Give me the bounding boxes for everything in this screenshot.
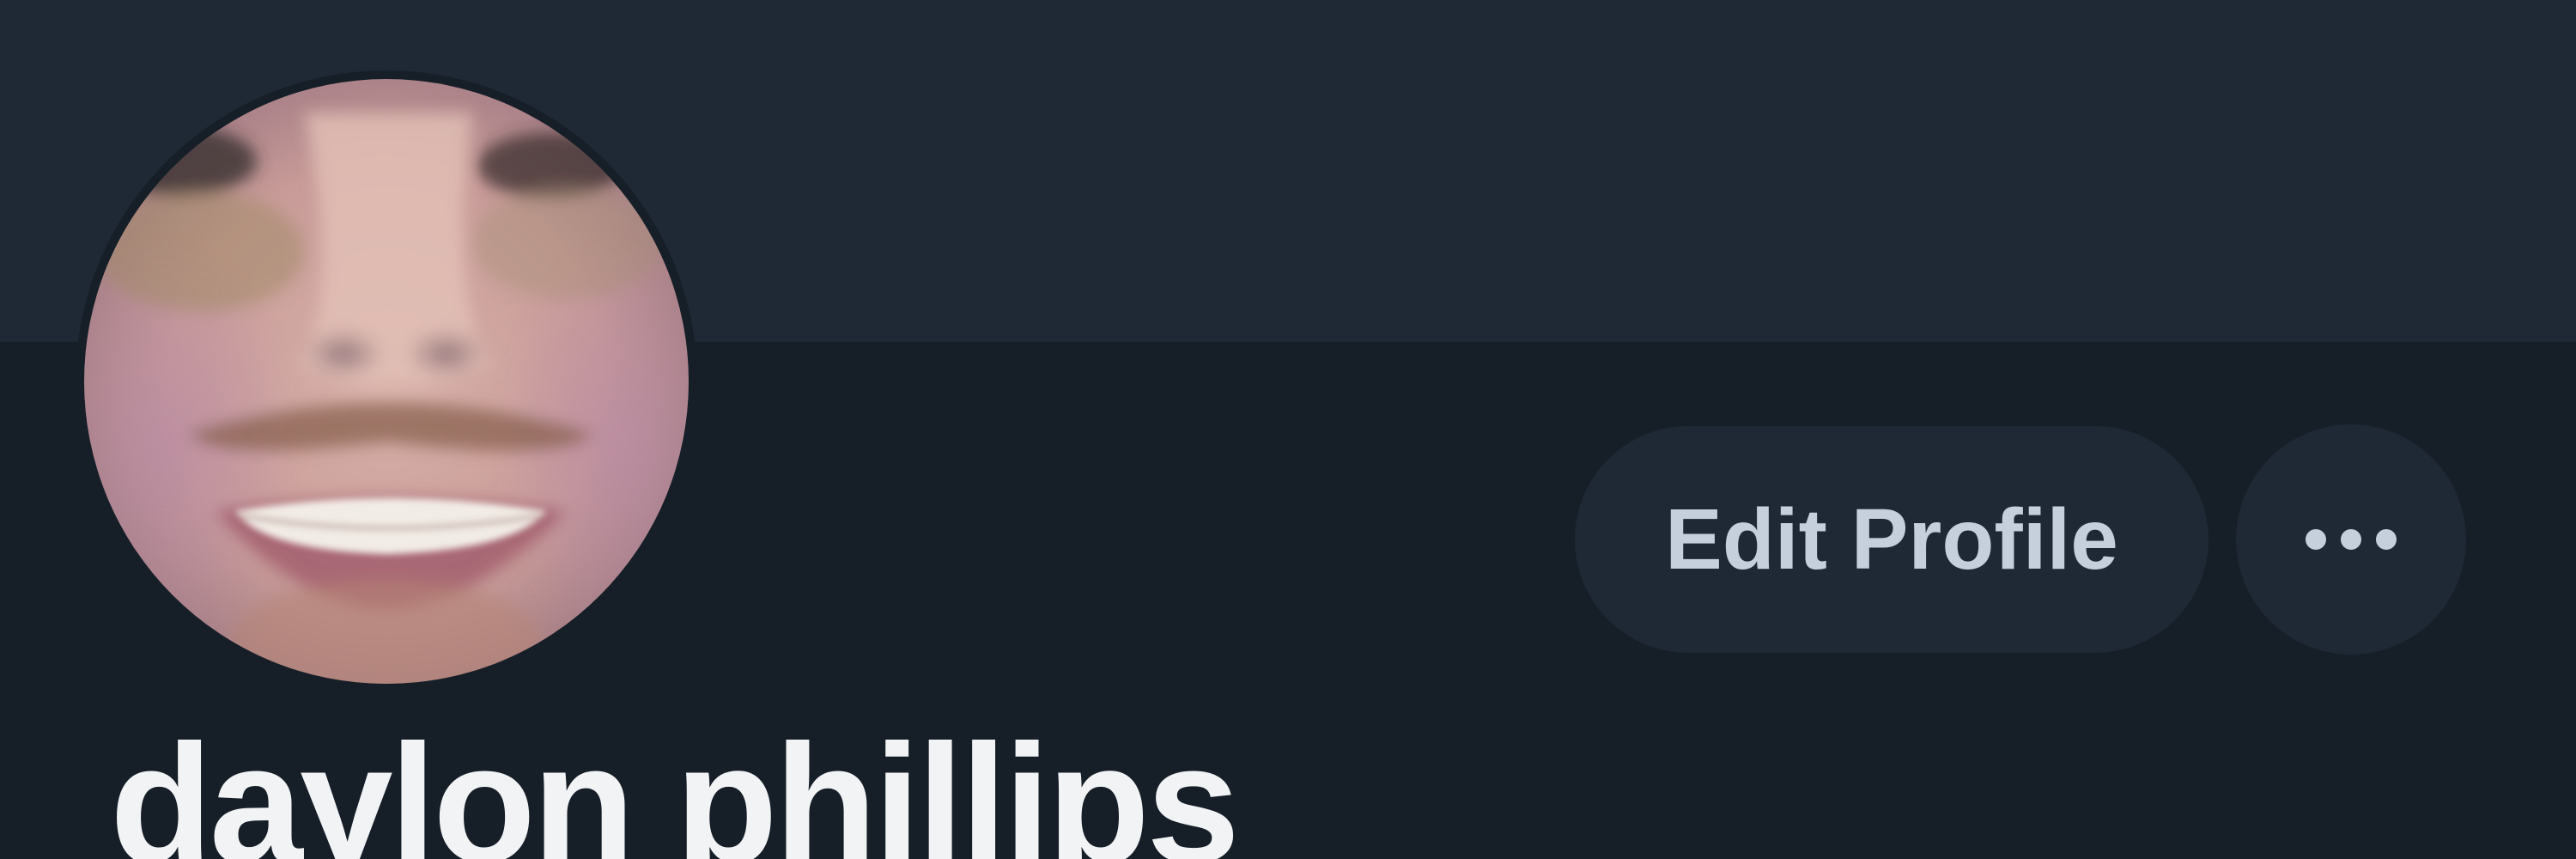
more-options-button[interactable] bbox=[2236, 424, 2466, 655]
ellipsis-horizontal-icon bbox=[2306, 529, 2397, 550]
edit-profile-button[interactable]: Edit Profile bbox=[1575, 426, 2208, 653]
avatar[interactable] bbox=[76, 70, 697, 692]
avatar-photo bbox=[84, 79, 689, 684]
edit-profile-label: Edit Profile bbox=[1665, 490, 2118, 588]
display-name: daylon phillips bbox=[110, 710, 1240, 859]
profile-page: Edit Profile daylon phillips bbox=[0, 0, 2576, 859]
